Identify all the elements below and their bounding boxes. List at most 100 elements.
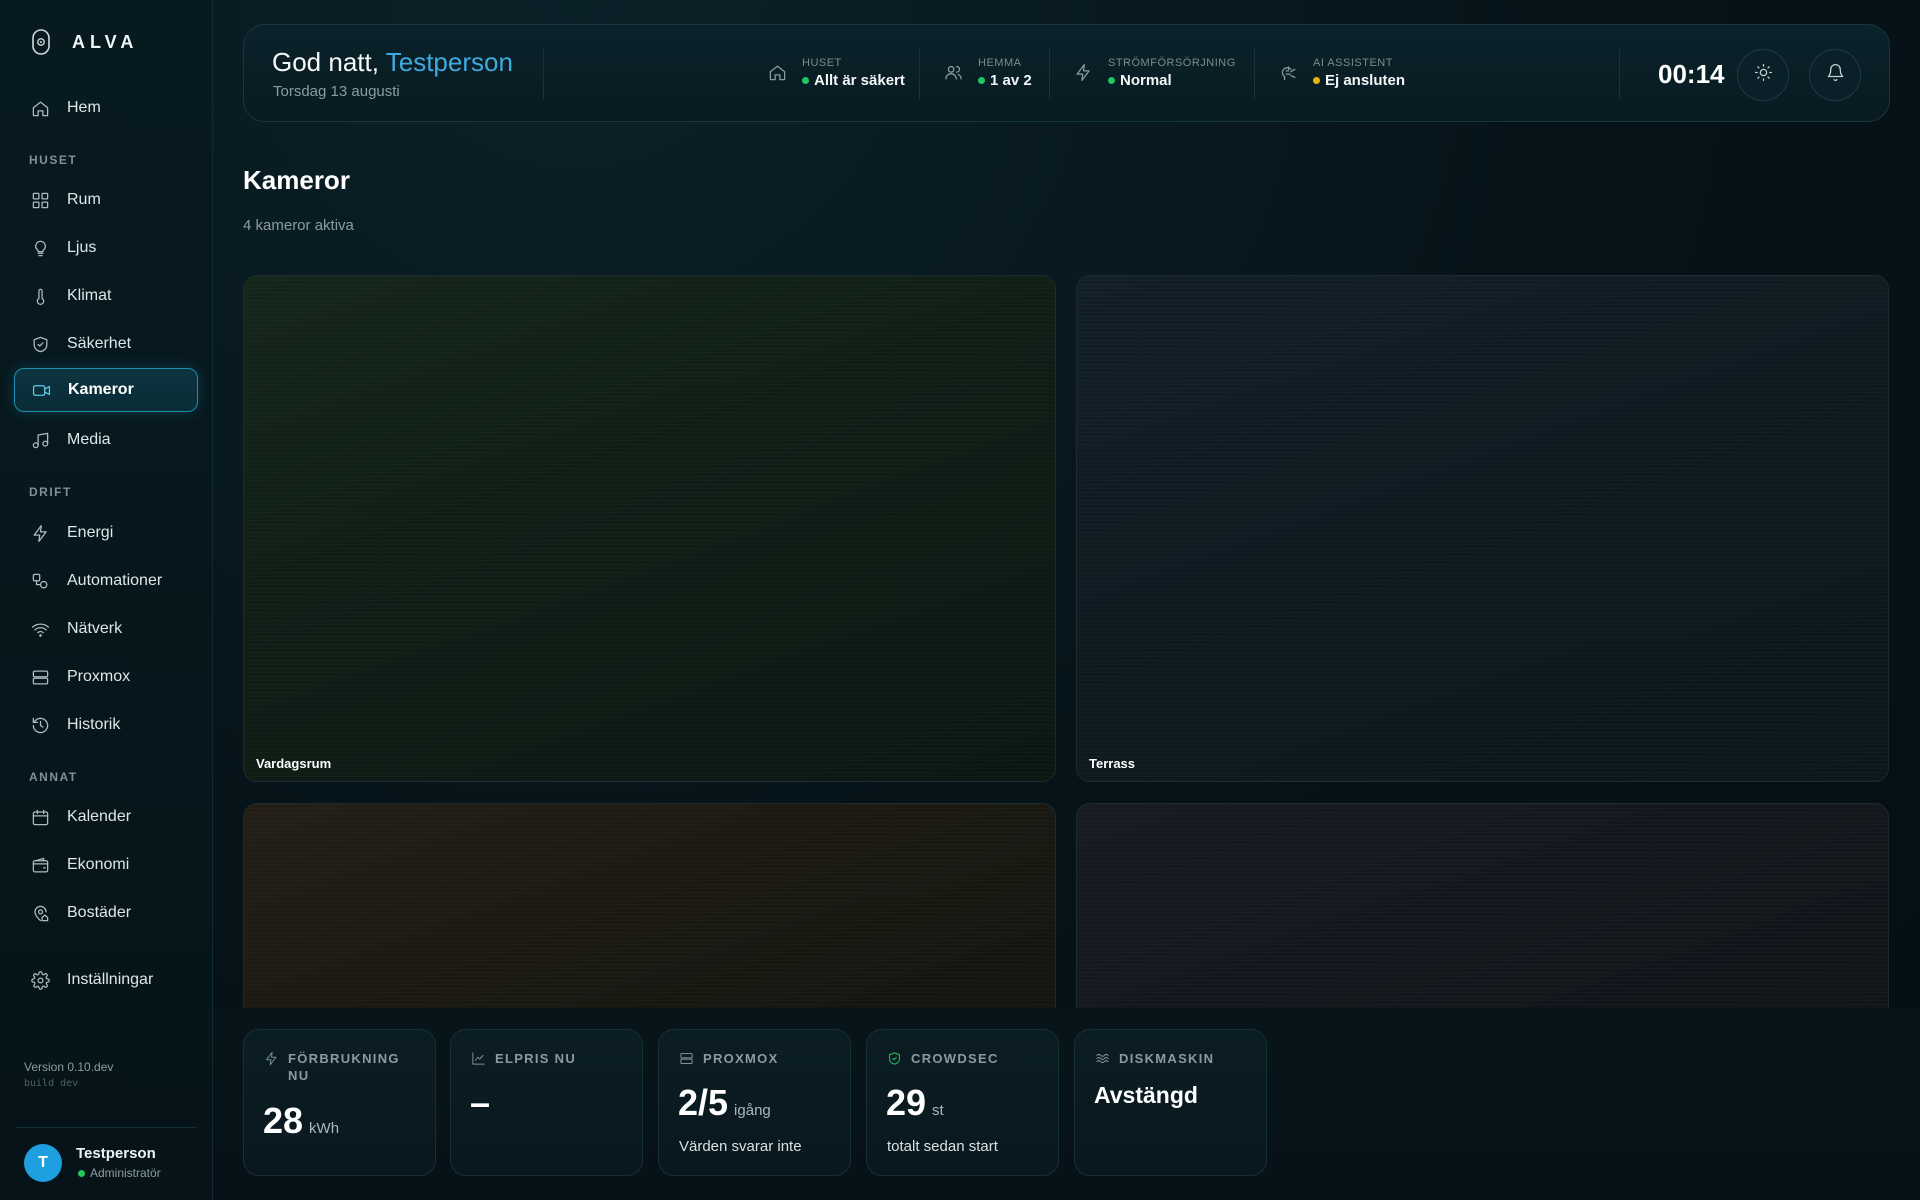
greeting: God natt, Testperson (272, 47, 513, 78)
status-dot (78, 1169, 85, 1177)
avatar[interactable]: T (24, 1144, 62, 1182)
sidebar-item-ekonomi[interactable]: Ekonomi (14, 843, 198, 887)
camera-label: Vardagsrum (256, 756, 332, 771)
ai-icon (1279, 63, 1299, 83)
music-note-icon (30, 430, 50, 450)
header-divider (1254, 49, 1255, 99)
sidebar-item-automationer[interactable]: Automationer (14, 559, 198, 603)
sidebar-item-rum[interactable]: Rum (14, 178, 198, 222)
kpi-title: FÖRBRUKNING NU (288, 1051, 400, 1083)
kpi-card-crowdsec[interactable]: CROWDSEC 29 st totalt sedan start (866, 1029, 1059, 1176)
kpi-value: 2/5 igång (678, 1082, 771, 1124)
home-icon (768, 63, 788, 83)
sidebar-item-proxmox[interactable]: Proxmox (14, 655, 198, 699)
kpi-value-text: 28 (263, 1100, 304, 1141)
theme-toggle-button[interactable] (1737, 49, 1789, 101)
sidebar-item-label: Proxmox (67, 668, 131, 685)
kpi-card-elpris[interactable]: ELPRIS NU – (450, 1029, 643, 1176)
sidebar-item-installningar[interactable]: Inställningar (14, 958, 198, 1002)
user-name[interactable]: Testperson (76, 1145, 156, 1162)
camera-tile-4[interactable] (1076, 803, 1889, 1023)
kpi-card-forbrukning[interactable]: FÖRBRUKNING NU 28 kWh (243, 1029, 436, 1176)
lightbulb-icon (30, 238, 50, 258)
kpi-card-proxmox[interactable]: PROXMOX 2/5 igång Värden svarar inte (658, 1029, 851, 1176)
gear-icon (30, 970, 50, 990)
stat-value: Ej ansluten (1313, 72, 1405, 89)
sidebar-item-label: Energi (67, 524, 114, 541)
stat-label: STRÖMFÖRSÖRJNING (1108, 57, 1236, 69)
sidebar-item-label: Kameror (68, 381, 134, 398)
camera-tile-vardagsrum[interactable]: Vardagsrum (243, 275, 1056, 782)
stat-value-text: Allt är säkert (814, 72, 905, 89)
header-divider (1049, 49, 1050, 99)
date-text: Torsdag 13 augusti (273, 83, 400, 100)
stat-label: AI ASSISTENT (1313, 57, 1393, 69)
waves-icon (1096, 1053, 1109, 1064)
video-camera-icon (31, 380, 51, 400)
sidebar-item-historik[interactable]: Historik (14, 703, 198, 747)
stat-value-text: Ej ansluten (1325, 72, 1406, 89)
stat-value-text: Normal (1120, 72, 1172, 89)
sidebar-item-kameror[interactable]: Kameror (14, 368, 198, 412)
greeting-name: Testperson (385, 47, 513, 77)
app-root: ALVA Hem HUSET Rum Ljus Klimat Säkerhet … (0, 0, 1920, 1200)
notifications-button[interactable] (1809, 49, 1861, 101)
sidebar-item-label: Rum (67, 191, 101, 208)
kpi-title: CROWDSEC (911, 1051, 999, 1066)
version-text: Version 0.10.dev (24, 1060, 114, 1074)
kpi-unit: igång (734, 1102, 771, 1119)
bell-icon (1826, 63, 1845, 87)
kpi-value-text: Avstängd (1094, 1082, 1198, 1108)
wifi-icon (30, 619, 50, 639)
sidebar-item-klimat[interactable]: Klimat (14, 274, 198, 318)
kpi-header: PROXMOX (679, 1050, 779, 1067)
brand[interactable]: ALVA (30, 28, 138, 56)
history-icon (30, 715, 50, 735)
sidebar-item-natverk[interactable]: Nätverk (14, 607, 198, 651)
sidebar-item-ljus[interactable]: Ljus (14, 226, 198, 270)
stat-hemma[interactable]: HEMMA 1 av 2 (944, 57, 1032, 89)
sidebar: ALVA Hem HUSET Rum Ljus Klimat Säkerhet … (0, 0, 213, 1200)
sidebar-section-annat: ANNAT (29, 770, 78, 784)
sidebar-item-media[interactable]: Media (14, 418, 198, 462)
shield-icon (30, 334, 50, 354)
sidebar-item-bostader[interactable]: Bostäder (14, 891, 198, 935)
sidebar-item-sakerhet[interactable]: Säkerhet (14, 322, 198, 366)
header-divider (1619, 49, 1620, 99)
lightning-icon (30, 523, 50, 543)
stat-value: 1 av 2 (978, 72, 1032, 89)
alva-logo-icon (32, 29, 50, 55)
user-role: Administratör (78, 1166, 161, 1180)
camera-label: Terrass (1089, 756, 1136, 771)
automation-icon (30, 571, 50, 591)
sidebar-item-hem[interactable]: Hem (14, 86, 198, 130)
kpi-value-text: 2/5 (678, 1082, 729, 1123)
header-divider (919, 49, 920, 99)
sidebar-item-label: Säkerhet (67, 335, 132, 352)
stat-ai-assistent[interactable]: AI ASSISTENT Ej ansluten (1279, 57, 1405, 89)
sidebar-item-label: Ljus (67, 239, 97, 256)
sidebar-item-energi[interactable]: Energi (14, 511, 198, 555)
greeting-text: God natt, (272, 47, 379, 77)
sidebar-item-kalender[interactable]: Kalender (14, 795, 198, 839)
build-text: build dev (24, 1078, 79, 1089)
kpi-header: CROWDSEC (887, 1050, 999, 1067)
kpi-card-diskmaskin[interactable]: DISKMASKIN Avstängd (1074, 1029, 1267, 1176)
camera-tile-terrass[interactable]: Terrass (1076, 275, 1889, 782)
kpi-note: totalt sedan start (887, 1138, 998, 1155)
status-dot (802, 77, 809, 84)
sidebar-section-drift: DRIFT (29, 485, 72, 499)
camera-tile-3[interactable] (243, 803, 1056, 1023)
sidebar-item-label: Inställningar (67, 971, 154, 988)
header-bar: God natt, Testperson Torsdag 13 augusti … (243, 24, 1890, 122)
users-icon (944, 63, 964, 83)
stat-huset[interactable]: HUSET Allt är säkert (768, 57, 905, 89)
status-dot (978, 77, 985, 84)
server-icon (680, 1053, 693, 1064)
kpi-value: – (470, 1082, 490, 1124)
kpi-value: Avstängd (1094, 1082, 1198, 1109)
stat-value-text: 1 av 2 (990, 72, 1032, 89)
page-title: Kameror (243, 165, 350, 195)
stat-stromforsorjning[interactable]: STRÖMFÖRSÖRJNING Normal (1074, 57, 1236, 89)
kpi-title: ELPRIS NU (495, 1051, 577, 1066)
